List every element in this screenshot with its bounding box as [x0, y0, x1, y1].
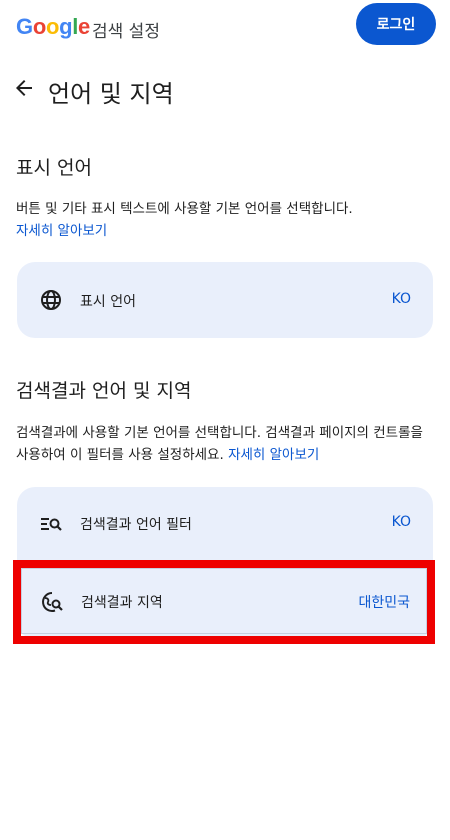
google-logo[interactable]: Google [16, 14, 90, 40]
results-language-region-heading: 검색결과 언어 및 지역 [16, 380, 192, 402]
results-description-text: 검색결과에 사용할 기본 언어를 선택합니다. 검색결과 페이지의 컨트롤을 사… [16, 425, 423, 463]
results-language-filter-row[interactable]: 검색결과 언어 필터 KO [17, 487, 433, 561]
results-region-row[interactable]: 검색결과 지역 대한민국 [21, 568, 427, 634]
display-language-description: 버튼 및 기타 표시 텍스트에 사용할 기본 언어를 선택합니다. 자세히 알아… [16, 198, 436, 242]
page-header: 언어 및 지역 [0, 66, 450, 110]
display-language-heading: 표시 언어 [16, 157, 92, 179]
learn-more-link-results[interactable]: 자세히 알아보기 [228, 447, 319, 463]
login-button[interactable]: 로그인 [356, 3, 436, 45]
results-language-filter-value: KO [391, 514, 411, 530]
results-language-filter-label: 검색결과 언어 필터 [80, 517, 192, 533]
back-arrow-icon[interactable] [12, 76, 36, 100]
header-title: 검색 설정 [92, 22, 160, 42]
results-region-label: 검색결과 지역 [81, 595, 163, 611]
display-language-label: 표시 언어 [80, 294, 136, 310]
display-language-row[interactable]: 표시 언어 KO [17, 262, 433, 338]
language-filter-icon [41, 518, 62, 531]
results-region-value: 대한민국 [358, 595, 410, 611]
display-language-description-text: 버튼 및 기타 표시 텍스트에 사용할 기본 언어를 선택합니다. [16, 201, 353, 217]
region-search-icon [42, 592, 63, 612]
results-language-region-description: 검색결과에 사용할 기본 언어를 선택합니다. 검색결과 페이지의 컨트롤을 사… [16, 422, 436, 466]
display-language-value: KO [391, 291, 411, 307]
page-title: 언어 및 지역 [48, 80, 174, 108]
learn-more-link[interactable]: 자세히 알아보기 [16, 223, 107, 239]
globe-icon [41, 290, 61, 310]
display-language-card: 표시 언어 KO [17, 262, 433, 338]
top-bar: Google 검색 설정 로그인 [0, 0, 450, 56]
